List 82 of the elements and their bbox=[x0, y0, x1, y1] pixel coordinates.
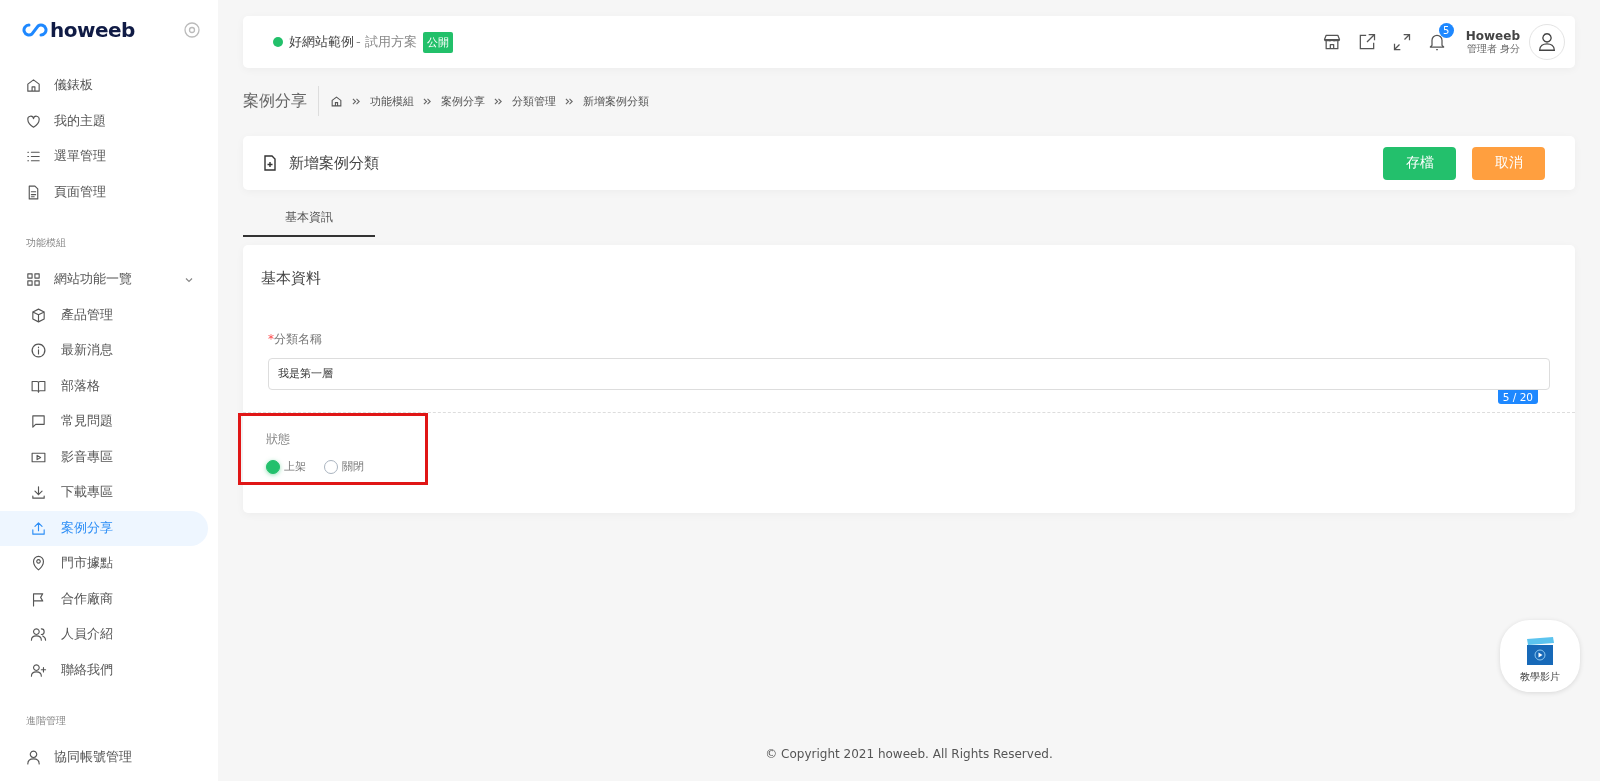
sidebar-item-label: 部落格 bbox=[61, 377, 100, 395]
section-title: 基本資料 bbox=[260, 268, 322, 288]
sidebar-item[interactable]: 選單管理 bbox=[0, 139, 208, 175]
sidebar-item-label: 網站功能一覽 bbox=[54, 271, 132, 289]
sidebar-item[interactable]: 最新消息 bbox=[0, 333, 208, 369]
breadcrumb-link[interactable]: 功能模組 bbox=[370, 93, 414, 109]
breadcrumb-link[interactable]: 分類管理 bbox=[512, 93, 556, 109]
sidebar-item-label: 我的主題 bbox=[54, 112, 106, 130]
sidebar-item[interactable]: 協同帳號管理 bbox=[0, 740, 208, 776]
sidebar-item-label: 影音專區 bbox=[61, 448, 113, 466]
radio-button[interactable] bbox=[266, 459, 280, 474]
sidebar-item[interactable]: 常見問題 bbox=[0, 404, 208, 440]
cube-icon bbox=[30, 306, 47, 324]
breadcrumb-link[interactable]: 新增案例分類 bbox=[583, 93, 649, 109]
sidebar-item-label: 下載專區 bbox=[61, 484, 113, 502]
sidebar-item[interactable]: 網站功能一覽 bbox=[0, 262, 208, 298]
sidebar-item-label: 產品管理 bbox=[61, 306, 113, 324]
sidebar-item[interactable]: 聯絡我們 bbox=[0, 652, 208, 688]
sidebar-item-label: 案例分享 bbox=[61, 519, 113, 537]
user-role: 管理者 身分 bbox=[1466, 42, 1520, 56]
section-label: 進階管理 bbox=[25, 714, 67, 728]
home-icon[interactable] bbox=[330, 94, 343, 108]
sidebar-item-label: 合作廠商 bbox=[61, 590, 113, 608]
double-chevron-icon bbox=[565, 96, 574, 106]
character-counter: 5 / 20 bbox=[1497, 390, 1538, 404]
site-name: 好網站範例 bbox=[289, 33, 354, 51]
sidebar-item[interactable]: 合作廠商 bbox=[0, 581, 208, 617]
heart-icon bbox=[25, 112, 42, 130]
notification-count: 5 bbox=[1438, 23, 1454, 38]
add-document-icon bbox=[263, 155, 277, 171]
sidebar-item[interactable]: 下載專區 bbox=[0, 475, 208, 511]
plan-label: - 試用方案 bbox=[356, 33, 417, 51]
radio-option[interactable]: 上架 bbox=[266, 459, 306, 474]
breadcrumb-link[interactable]: 案例分享 bbox=[441, 93, 485, 109]
tab[interactable]: 基本資訊 bbox=[243, 204, 375, 237]
sidebar-item-label: 頁面管理 bbox=[54, 183, 106, 201]
logo-text: howeeb bbox=[50, 18, 135, 42]
double-chevron-icon bbox=[352, 96, 361, 106]
people-icon bbox=[30, 626, 47, 644]
logo-icon bbox=[22, 23, 48, 37]
double-chevron-icon bbox=[494, 96, 503, 106]
sidebar-item-label: 儀錶板 bbox=[54, 77, 93, 95]
download-icon bbox=[30, 484, 47, 502]
section-label: 功能模組 bbox=[25, 236, 67, 250]
sidebar-item[interactable]: 頁面管理 bbox=[0, 174, 208, 210]
clapperboard-icon bbox=[1525, 636, 1555, 666]
sidebar-item-label: 最新消息 bbox=[61, 342, 113, 360]
sidebar-item-label: 人員介紹 bbox=[61, 626, 113, 644]
add-user-icon bbox=[30, 661, 47, 679]
help-video-button[interactable]: 教學影片 bbox=[1500, 620, 1580, 692]
sidebar-item[interactable]: 人員介紹 bbox=[0, 617, 208, 653]
sidebar-item[interactable]: 我的主題 bbox=[0, 103, 208, 139]
radio-option[interactable]: 關閉 bbox=[324, 459, 364, 474]
sidebar-item[interactable]: 儀錶板 bbox=[0, 68, 208, 104]
sidebar-item[interactable]: 影音專區 bbox=[0, 439, 208, 475]
sidebar-item-label: 聯絡我們 bbox=[61, 661, 113, 679]
fullscreen-icon[interactable] bbox=[1391, 32, 1412, 52]
public-badge: 公開 bbox=[422, 31, 453, 53]
sidebar-item[interactable]: 門市據點 bbox=[0, 546, 208, 582]
field-label: 狀態 bbox=[266, 432, 291, 447]
grid-icon bbox=[25, 271, 42, 289]
location-pin-icon bbox=[30, 555, 47, 573]
field-label: *分類名稱 bbox=[268, 332, 322, 346]
home-icon bbox=[25, 77, 42, 95]
store-icon[interactable] bbox=[1321, 32, 1342, 52]
page-title: 案例分享 bbox=[243, 90, 307, 112]
sidebar-item[interactable]: 部落格 bbox=[0, 368, 208, 404]
upload-icon bbox=[30, 519, 47, 537]
sidebar-item-label: 選單管理 bbox=[54, 148, 106, 166]
copyright: © Copyright 2021 howeeb. All Rights Reserved. bbox=[764, 747, 1054, 763]
input-field[interactable]: 我是第一層 bbox=[268, 358, 1550, 390]
speech-bubble-icon bbox=[30, 413, 47, 431]
sidebar-item-label: 協同帳號管理 bbox=[54, 749, 132, 767]
sidebar-item-label: 門市據點 bbox=[61, 555, 113, 573]
status-dot bbox=[273, 37, 283, 47]
sidebar-item-label: 常見問題 bbox=[61, 413, 113, 431]
user-icon bbox=[25, 749, 42, 767]
info-icon bbox=[30, 342, 47, 360]
user-name: Howeeb bbox=[1465, 28, 1520, 43]
double-chevron-icon bbox=[423, 96, 432, 106]
header-title: 新增案例分類 bbox=[289, 153, 379, 173]
sidebar-item[interactable]: 產品管理 bbox=[0, 297, 208, 333]
